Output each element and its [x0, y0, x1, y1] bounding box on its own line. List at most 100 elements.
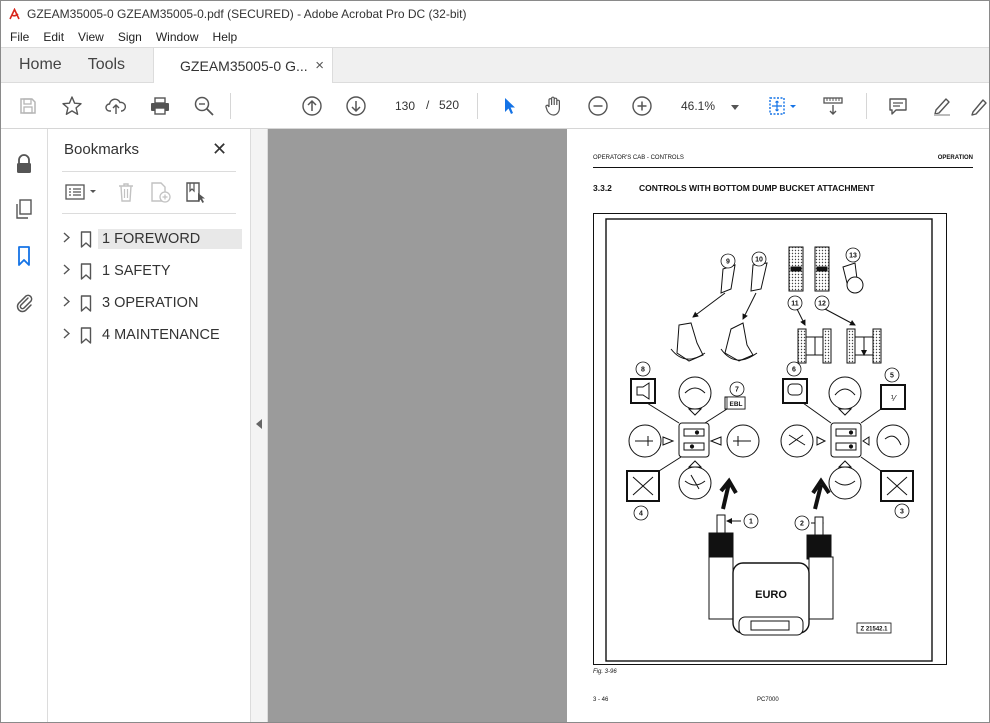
- tab-bar: Home Tools GZEAM35005-0 G... ×: [1, 47, 989, 83]
- total-pages: 520: [439, 98, 460, 112]
- print-icon[interactable]: [146, 83, 174, 129]
- menu-help[interactable]: Help: [206, 30, 245, 44]
- acrobat-logo-icon: [7, 7, 21, 21]
- attachment-icon[interactable]: [11, 289, 37, 315]
- page-header-right: OPERATION: [937, 155, 973, 161]
- callout-8: 8: [641, 367, 645, 374]
- new-bookmark-icon[interactable]: [149, 181, 173, 203]
- bookmark-label: 1 SAFETY: [102, 263, 171, 279]
- next-page-icon[interactable]: [342, 83, 370, 129]
- divider: [62, 171, 236, 172]
- bookmark-icon: [74, 262, 98, 280]
- bookmark-item-foreword[interactable]: 1 FOREWORD: [58, 226, 242, 252]
- tab-document-label: GZEAM35005-0 G...: [180, 57, 308, 74]
- bookmark-icon[interactable]: [11, 243, 37, 269]
- section-number: 3.3.2: [593, 183, 612, 193]
- menu-file[interactable]: File: [3, 30, 36, 44]
- callout-12: 12: [818, 301, 826, 308]
- zoom-in-icon[interactable]: [628, 83, 656, 129]
- options-menu-button[interactable]: [64, 181, 100, 203]
- navigation-rail: [1, 129, 48, 722]
- callout-4: 4: [639, 511, 643, 518]
- bookmarks-panel: Bookmarks ✕ 1 FOREWORD 1 SAFETY 3 OPERAT…: [48, 129, 250, 722]
- toolbar-divider: [477, 93, 478, 119]
- pages-icon[interactable]: [11, 196, 37, 222]
- page-footer-number: 3 - 46: [593, 697, 609, 703]
- callout-6: 6: [792, 367, 796, 374]
- figure-caption: Fig. 3-96: [593, 669, 617, 675]
- bookmark-label: 4 MAINTENANCE: [102, 327, 220, 343]
- save-icon[interactable]: [15, 83, 41, 129]
- toolbar-divider: [230, 93, 231, 119]
- menu-window[interactable]: Window: [149, 30, 206, 44]
- comment-icon[interactable]: [884, 83, 912, 129]
- select-cursor-icon[interactable]: [497, 83, 523, 129]
- delete-icon[interactable]: [116, 181, 136, 203]
- callout-2: 2: [800, 521, 804, 528]
- tab-close-icon[interactable]: ×: [315, 57, 324, 74]
- callout-1: 1: [749, 519, 753, 526]
- divider: [62, 213, 236, 214]
- callout-11: 11: [791, 301, 799, 308]
- toolbar-divider: [866, 93, 867, 119]
- seat-label: EURO: [755, 589, 787, 601]
- callout-5: 5: [890, 373, 894, 380]
- pdf-page: OPERATOR'S CAB - CONTROLS OPERATION 3.3.…: [567, 129, 989, 722]
- chevron-right-icon[interactable]: [58, 328, 74, 342]
- page-header-left: OPERATOR'S CAB - CONTROLS: [593, 155, 684, 161]
- header-rule: [593, 167, 973, 168]
- collapse-arrow-icon[interactable]: [256, 419, 262, 429]
- tab-home[interactable]: Home: [1, 48, 80, 82]
- chevron-down-icon: [731, 99, 739, 113]
- menu-sign[interactable]: Sign: [111, 30, 149, 44]
- hand-icon[interactable]: [540, 83, 568, 129]
- document-view[interactable]: OPERATOR'S CAB - CONTROLS OPERATION 3.3.…: [268, 129, 989, 722]
- bookmark-icon: [74, 326, 98, 344]
- callout-3: 3: [900, 509, 904, 516]
- search-zoom-icon[interactable]: [190, 83, 218, 129]
- chevron-right-icon[interactable]: [58, 296, 74, 310]
- current-page-input[interactable]: 130: [387, 95, 423, 117]
- scroll-mode-icon[interactable]: [819, 83, 847, 129]
- bookmark-item-operation[interactable]: 3 OPERATION: [58, 290, 242, 316]
- chevron-right-icon[interactable]: [58, 232, 74, 246]
- prev-page-icon[interactable]: [298, 83, 326, 129]
- bookmark-item-maintenance[interactable]: 4 MAINTENANCE: [58, 322, 242, 348]
- menu-bar: File Edit View Sign Window Help: [1, 27, 989, 47]
- ebl-label: EBL: [730, 401, 743, 408]
- tab-tools[interactable]: Tools: [80, 48, 143, 82]
- window-title: GZEAM35005-0 GZEAM35005-0.pdf (SECURED) …: [27, 7, 467, 21]
- callout-9: 9: [726, 259, 730, 266]
- callout-7: 7: [735, 387, 739, 394]
- acrobat-window: GZEAM35005-0 GZEAM35005-0.pdf (SECURED) …: [0, 0, 990, 723]
- upload-icon[interactable]: [102, 83, 130, 129]
- toolbar: 130 / 520 46.1%: [1, 83, 989, 129]
- zoom-select[interactable]: 46.1%: [673, 95, 745, 117]
- bookmark-icon: [74, 230, 98, 248]
- menu-view[interactable]: View: [71, 30, 111, 44]
- tab-document[interactable]: GZEAM35005-0 G... ×: [153, 48, 334, 83]
- fit-page-icon[interactable]: [764, 83, 800, 129]
- star-icon[interactable]: [58, 83, 86, 129]
- callout-10: 10: [755, 257, 763, 264]
- menu-edit[interactable]: Edit: [36, 30, 71, 44]
- bookmark-label: 1 FOREWORD: [98, 229, 242, 249]
- chevron-right-icon[interactable]: [58, 264, 74, 278]
- zoom-out-icon[interactable]: [584, 83, 612, 129]
- lock-icon[interactable]: [11, 151, 37, 177]
- controls-diagram: 9 10 13 11 12 8 7 6 5 4 1 2 3 ⅟ EURO EBL…: [593, 213, 947, 665]
- section-title: CONTROLS WITH BOTTOM DUMP BUCKET ATTACHM…: [639, 183, 875, 193]
- zoom-value: 46.1%: [681, 99, 716, 113]
- bookmark-icon: [74, 294, 98, 312]
- highlight-icon[interactable]: [928, 83, 956, 129]
- figure-reference: Z 21542.1: [860, 627, 888, 633]
- close-icon[interactable]: ✕: [212, 139, 227, 160]
- panel-title: Bookmarks: [64, 141, 140, 158]
- find-bookmark-icon[interactable]: [184, 181, 208, 203]
- page-separator: /: [426, 98, 430, 112]
- draw-icon[interactable]: [967, 83, 989, 129]
- title-bar: GZEAM35005-0 GZEAM35005-0.pdf (SECURED) …: [1, 1, 989, 27]
- bookmark-item-safety[interactable]: 1 SAFETY: [58, 258, 242, 284]
- panel-splitter[interactable]: [250, 129, 268, 722]
- page-footer-model: PC7000: [757, 697, 779, 703]
